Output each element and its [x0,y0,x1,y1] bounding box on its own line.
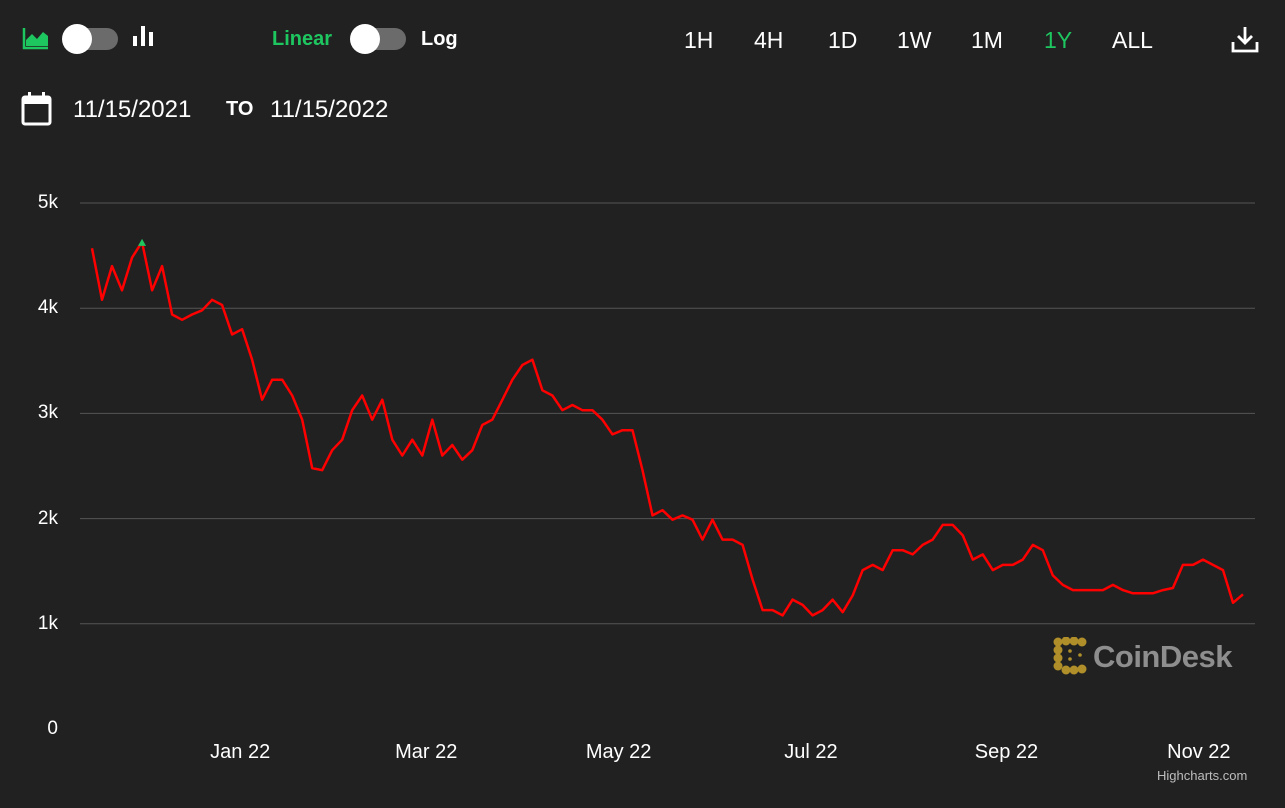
x-tick-label: May 22 [585,741,652,763]
coindesk-wordmark: CoinDesk [1093,639,1232,674]
x-tick-label: Jul 22 [784,741,838,763]
y-tick-label: 1k [37,612,58,634]
y-tick-label: 5k [37,192,58,213]
y-tick-label: 4k [37,297,58,319]
x-tick-label: Jan 22 [210,741,271,763]
highcharts-credit[interactable]: Highcharts.com [1157,768,1247,783]
y-tick-label: 3k [37,402,58,424]
price-chart [80,202,1255,625]
coindesk-logo: CoinDesk [1053,636,1232,680]
price-line [90,240,1244,617]
x-tick-label: Nov 22 [1167,741,1231,763]
y-tick-label: 2k [37,507,58,529]
peak-marker [138,238,147,246]
x-tick-label: Mar 22 [395,741,458,763]
x-tick-label: Sep 22 [974,741,1039,763]
y-tick-label: 0 [47,718,58,739]
